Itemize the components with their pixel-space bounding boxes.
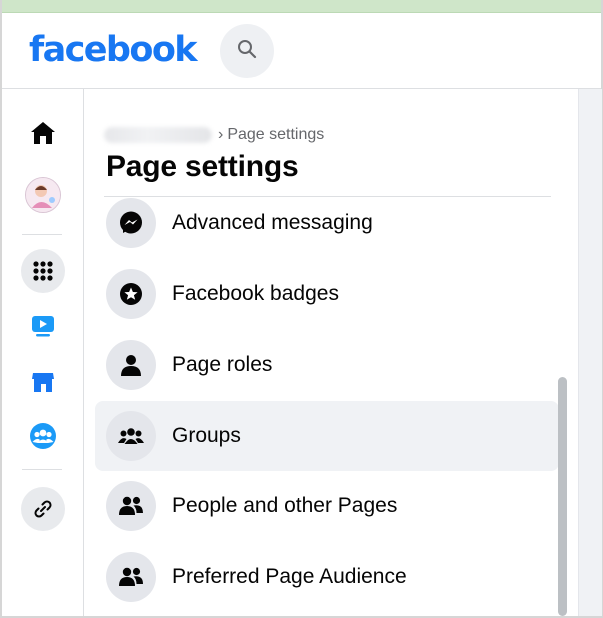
person-icon	[106, 340, 156, 390]
settings-item-label: Preferred Page Audience	[172, 565, 407, 588]
groups-icon	[106, 411, 156, 461]
messenger-icon	[106, 198, 156, 248]
breadcrumb-separator: ›	[218, 126, 224, 143]
rail-item-marketplace[interactable]	[2, 369, 83, 399]
settings-item-label: Groups	[172, 424, 241, 447]
settings-item-label: Advanced messaging	[172, 211, 373, 234]
settings-item-people-and-other-pages[interactable]: People and other Pages	[95, 471, 559, 541]
avatar	[24, 177, 61, 213]
window-top-border	[0, 0, 603, 13]
grid-dots-icon	[20, 249, 65, 293]
settings-item-page-roles[interactable]: Page roles	[95, 330, 559, 400]
breadcrumb: › Page settings	[104, 125, 324, 145]
settings-item-label: Page roles	[172, 353, 273, 376]
groups-icon	[29, 422, 57, 455]
rail-item-link[interactable]	[2, 487, 83, 531]
rail-item-groups[interactable]	[2, 422, 83, 455]
scrollbar-thumb[interactable]	[558, 377, 567, 616]
settings-item-advanced-messaging[interactable]: Advanced messaging	[95, 188, 559, 258]
settings-item-facebook-badges[interactable]: Facebook badges	[95, 259, 559, 329]
shop-icon	[30, 369, 56, 400]
rail-item-watch[interactable]	[2, 313, 83, 343]
page-settings-panel: Advanced messaging Facebook badges Page …	[84, 89, 572, 616]
search-icon	[237, 39, 257, 64]
rail-item-profile[interactable]	[2, 175, 83, 215]
star-badge-icon	[106, 269, 156, 319]
rail-divider	[22, 234, 62, 235]
left-navigation-rail	[2, 89, 84, 616]
page-title: Page settings	[106, 150, 299, 183]
rail-item-menu[interactable]	[2, 249, 83, 293]
video-play-icon	[30, 313, 56, 344]
people-icon	[106, 481, 156, 531]
people-icon	[106, 552, 156, 602]
rail-item-home[interactable]	[2, 117, 83, 153]
settings-item-preferred-page-audience[interactable]: Preferred Page Audience	[95, 542, 559, 612]
settings-item-label: Facebook badges	[172, 282, 339, 305]
search-button[interactable]	[220, 24, 274, 78]
home-icon	[29, 120, 57, 151]
breadcrumb-page-name-redacted[interactable]	[104, 127, 212, 143]
link-icon	[20, 487, 65, 531]
top-navigation-bar: facebook	[2, 13, 601, 89]
right-content-panel	[578, 89, 602, 616]
settings-item-groups[interactable]: Groups	[95, 401, 559, 471]
rail-divider	[22, 469, 62, 470]
title-divider	[104, 196, 551, 197]
breadcrumb-current: Page settings	[227, 126, 325, 143]
facebook-logo[interactable]: facebook	[29, 29, 198, 71]
settings-item-label: People and other Pages	[172, 494, 398, 517]
